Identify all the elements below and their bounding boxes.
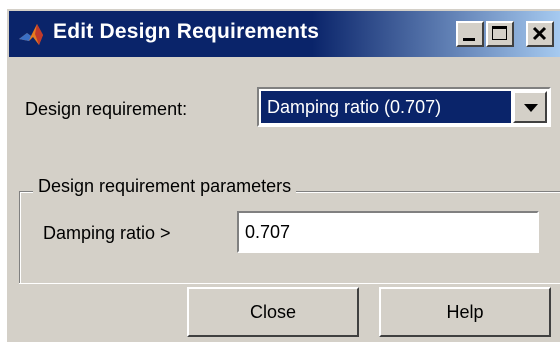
group-divider xyxy=(19,283,560,284)
parameters-group-title: Design requirement parameters xyxy=(33,176,297,197)
damping-ratio-input[interactable] xyxy=(237,211,539,253)
minimize-icon xyxy=(463,38,475,41)
minimize-button[interactable] xyxy=(456,21,484,47)
damping-ratio-label: Damping ratio > xyxy=(43,223,171,243)
design-requirement-dropdown[interactable]: Damping ratio (0.707) xyxy=(257,87,551,127)
dropdown-arrow-button[interactable] xyxy=(513,91,547,123)
help-button[interactable]: Help xyxy=(379,287,551,337)
close-window-button[interactable] xyxy=(526,21,554,47)
title-bar[interactable]: Edit Design Requirements xyxy=(9,11,560,57)
close-button[interactable]: Close xyxy=(187,287,359,337)
maximize-button[interactable] xyxy=(486,21,514,47)
dropdown-selected-value[interactable]: Damping ratio (0.707) xyxy=(261,91,511,123)
chevron-down-icon xyxy=(524,104,538,112)
matlab-logo-icon xyxy=(17,21,45,49)
maximize-icon xyxy=(492,26,507,40)
design-requirement-label: Design requirement: xyxy=(25,99,188,119)
window-title: Edit Design Requirements xyxy=(53,20,320,43)
close-icon xyxy=(532,26,547,41)
dialog-window: Edit Design Requirements Design requirem… xyxy=(6,8,560,342)
